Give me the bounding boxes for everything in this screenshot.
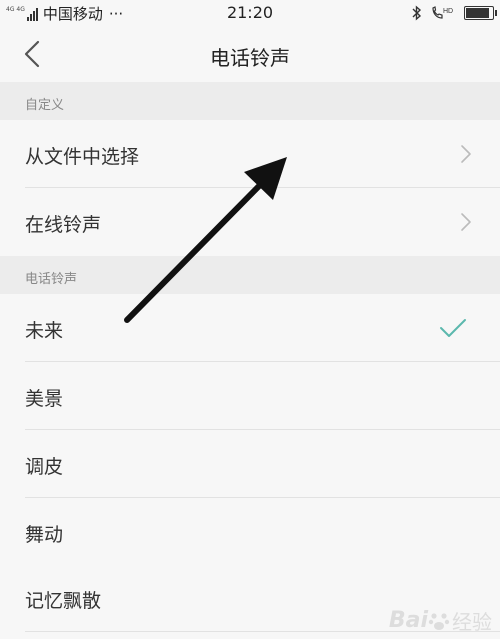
list-item-label: 记忆飘散 bbox=[25, 590, 102, 612]
bluetooth-icon bbox=[412, 5, 422, 21]
section-header-custom: 自定义 bbox=[0, 82, 500, 120]
list-item-label: 在线铃声 bbox=[25, 214, 102, 236]
nav-bar: 电话铃声 bbox=[0, 28, 500, 82]
status-bar: 4G 4G 中国移动 ··· 21:20 HD bbox=[0, 0, 500, 28]
battery-icon bbox=[464, 6, 497, 20]
ringtone-item-wudong[interactable]: 舞动 bbox=[0, 498, 500, 566]
hd-call-icon: HD bbox=[432, 6, 453, 19]
list-item-label: 从文件中选择 bbox=[25, 146, 140, 168]
watermark-text: 经验 bbox=[452, 610, 492, 634]
list-item-label: 调皮 bbox=[25, 456, 64, 478]
list-item-label: 舞动 bbox=[25, 524, 64, 546]
list-item-label: 未来 bbox=[25, 320, 64, 342]
list-item-choose-from-file[interactable]: 从文件中选择 bbox=[0, 120, 500, 188]
chevron-right-icon bbox=[461, 145, 471, 163]
battery-fill bbox=[466, 8, 490, 18]
list-item-online-ringtone[interactable]: 在线铃声 bbox=[0, 188, 500, 256]
section-header-label: 电话铃声 bbox=[25, 272, 78, 287]
status-bar-right: HD bbox=[410, 5, 497, 21]
baidu-jingyan-watermark: Bai 经验 bbox=[389, 606, 492, 635]
paw-icon bbox=[428, 612, 450, 630]
watermark-brand: Bai bbox=[388, 608, 428, 633]
ringtone-item-weilai[interactable]: 未来 bbox=[0, 294, 500, 362]
chevron-right-icon bbox=[461, 213, 471, 231]
svg-text:HD: HD bbox=[443, 8, 453, 15]
ringtone-item-meijing[interactable]: 美景 bbox=[0, 362, 500, 430]
section-header-ringtones: 电话铃声 bbox=[0, 256, 500, 294]
list-item-label: 美景 bbox=[25, 388, 64, 410]
checkmark-icon bbox=[440, 319, 466, 337]
page-title: 电话铃声 bbox=[210, 46, 290, 70]
ringtone-item-tiaopi[interactable]: 调皮 bbox=[0, 430, 500, 498]
section-header-label: 自定义 bbox=[25, 98, 65, 113]
